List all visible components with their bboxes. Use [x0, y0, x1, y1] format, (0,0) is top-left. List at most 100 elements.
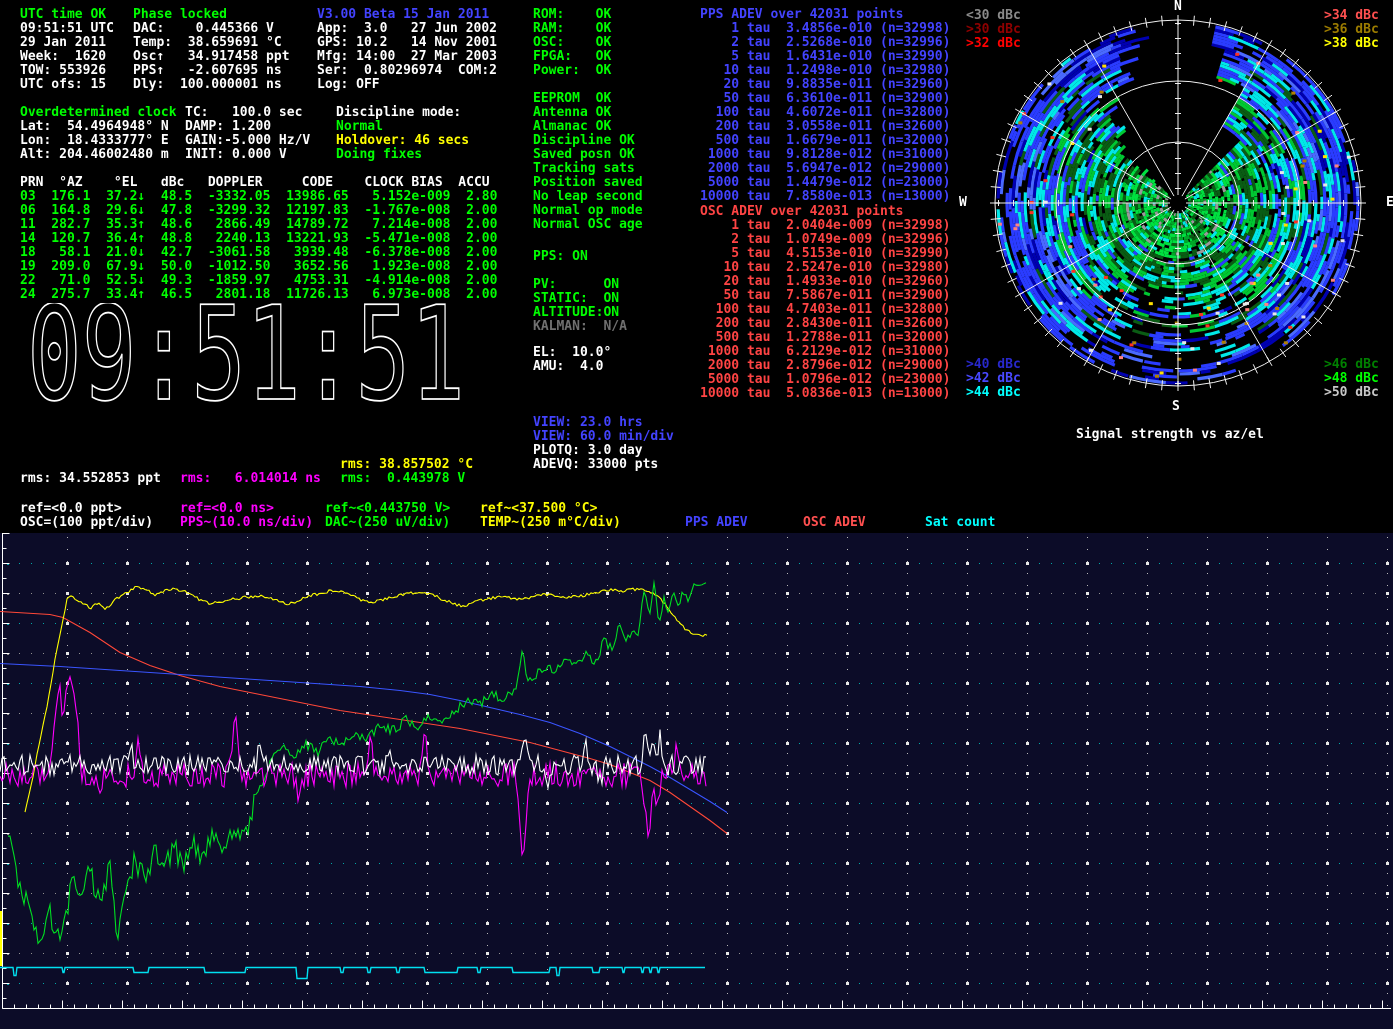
- ref-temp-line: ref~<37.500 °C>: [480, 502, 621, 516]
- polar-caption: Signal strength vs az/el: [1076, 428, 1264, 442]
- rms-pps-line: rms: 6.014014 ns: [180, 472, 321, 486]
- position-info-line: Alt: 204.46002480 m: [20, 148, 177, 162]
- pps-adev-table-line: PPS ADEV over 42031 points: [700, 8, 950, 22]
- sat-table-line: 06 164.8 29.6↓ 47.8 -3299.32 12197.83 -1…: [20, 204, 497, 218]
- position-info-line: Lon: 18.4333777° E: [20, 134, 177, 148]
- pps-adev-table-line: 5000 tau 1.4479e-012 (n=23000): [700, 176, 950, 190]
- discipline-mode-line: Doing fixes: [336, 148, 469, 162]
- legend-pps-adev: PPS ADEV: [685, 516, 748, 530]
- pps-adev-table-line: 1000 tau 9.8128e-012 (n=31000): [700, 148, 950, 162]
- discipline-mode: Discipline mode:NormalHoldover: 46 secsD…: [336, 106, 469, 162]
- osc-adev-table-line: 50 tau 7.5867e-011 (n=32900): [700, 289, 950, 303]
- phase-status-line: Osc↑ 34.917458 ppt: [133, 50, 290, 64]
- sat-table-line: 24 275.7 33.4↑ 46.5 2801.18 11726.13 6.9…: [20, 288, 497, 302]
- version-info-line: Mfg: 14:00 27 Mar 2003: [317, 50, 497, 64]
- rms-pps: rms: 6.014014 ns: [180, 472, 321, 486]
- loop-params-line: GAIN:-5.000 Hz/V: [185, 134, 310, 148]
- system-status-line: Discipline OK: [533, 134, 643, 148]
- system-status: EEPROM OKAntenna OKAlmanac OKDiscipline …: [533, 92, 643, 232]
- satellite-signal-polar-map[interactable]: [978, 3, 1393, 418]
- ref-pps-line: PPS~(10.0 ns/div): [180, 516, 313, 530]
- mode-flags-line: PV: ON: [533, 278, 627, 292]
- osc-adev-table-line: 200 tau 2.8430e-011 (n=32600): [700, 317, 950, 331]
- utc-status-line: UTC ofs: 15: [20, 78, 114, 92]
- ref-pps: ref=<0.0 ns>PPS~(10.0 ns/div): [180, 502, 313, 530]
- system-status-line: Normal OSC age: [533, 218, 643, 232]
- system-status-line: Tracking sats: [533, 162, 643, 176]
- sat-table-line: 11 282.7 35.3↑ 48.6 2866.49 14789.72 7.2…: [20, 218, 497, 232]
- ref-dac: ref~<0.443750 V>DAC~(250 uV/div): [325, 502, 450, 530]
- sat-table-line: 03 176.1 37.2↓ 48.5 -3332.05 13986.65 5.…: [20, 190, 497, 204]
- rms-temp-line: rms: 38.857502 °C: [340, 458, 473, 472]
- legend-sat-count-line: Sat count: [925, 516, 995, 530]
- sat-table-line: 22 71.0 52.5↓ 49.3 -1859.97 4753.31 -4.9…: [20, 274, 497, 288]
- ref-dac-line: ref~<0.443750 V>: [325, 502, 450, 516]
- utc-status-line: TOW: 553926: [20, 64, 114, 78]
- osc-adev-table-line: 10000 tau 5.0836e-013 (n=13000): [700, 387, 950, 401]
- sat-table: PRN °AZ °EL dBc DOPPLER CODE CLOCK BIAS …: [20, 176, 497, 302]
- pps-adev-table-line: 2 tau 2.5268e-010 (n=32996): [700, 36, 950, 50]
- pps-adev-table-line: 200 tau 3.0558e-011 (n=32600): [700, 120, 950, 134]
- pps-adev-table-line: 2000 tau 5.6947e-012 (n=29000): [700, 162, 950, 176]
- plot-history-chart[interactable]: [0, 533, 1393, 1029]
- version-info-line: V3.00 Beta 15 Jan 2011: [317, 8, 497, 22]
- sat-table-line: 18 58.1 21.0↓ 42.7 -3061.58 3939.48 -6.3…: [20, 246, 497, 260]
- compass-w: W: [959, 196, 967, 210]
- lady-heather-app: UTC time OK09:51:51 UTC29 Jan 2011Week: …: [0, 0, 1393, 1029]
- osc-adev-table-line: 20 tau 1.4933e-010 (n=32960): [700, 275, 950, 289]
- rms-osc: rms: 34.552853 ppt: [20, 472, 161, 486]
- mode-flags-line: KALMAN: N/A: [533, 320, 627, 334]
- osc-adev-table-line: 1 tau 2.0404e-009 (n=32998): [700, 219, 950, 233]
- system-status-line: Almanac OK: [533, 120, 643, 134]
- phase-status-line: DAC: 0.445366 V: [133, 22, 290, 36]
- utc-status-line: 09:51:51 UTC: [20, 22, 114, 36]
- receiver-health: ROM: OKRAM: OKOSC: OKFPGA: OKPower: OK: [533, 8, 611, 78]
- digital-clock-text: 09:51:51: [27, 303, 465, 406]
- legend-pps-adev-line: PPS ADEV: [685, 516, 748, 530]
- osc-adev-table-line: 500 tau 1.2788e-011 (n=32000): [700, 331, 950, 345]
- loop-params-line: TC: 100.0 sec: [185, 106, 310, 120]
- osc-adev-table-line: 5 tau 4.5153e-010 (n=32990): [700, 247, 950, 261]
- receiver-health-line: FPGA: OK: [533, 50, 611, 64]
- mode-flags: PV: ONSTATIC: ONALTITUDE:ONKALMAN: N/A: [533, 278, 627, 334]
- discipline-mode-line: Holdover: 46 secs: [336, 134, 469, 148]
- ref-temp: ref~<37.500 °C>TEMP~(250 m°C/div): [480, 502, 621, 530]
- el-amu-line: AMU: 4.0: [533, 360, 611, 374]
- version-info-line: Log: OFF: [317, 78, 497, 92]
- osc-adev-table-line: 2 tau 1.0749e-009 (n=32996): [700, 233, 950, 247]
- ref-osc-line: ref=<0.0 ppt>: [20, 502, 153, 516]
- pps-state: PPS: ON: [533, 250, 588, 264]
- utc-status: UTC time OK09:51:51 UTC29 Jan 2011Week: …: [20, 8, 114, 92]
- polar-caption-line: Signal strength vs az/el: [1076, 428, 1264, 442]
- phase-status-line: PPS↑ -2.607695 ns: [133, 64, 290, 78]
- ref-osc-line: OSC=(100 ppt/div): [20, 516, 153, 530]
- el-amu: EL: 10.0°AMU: 4.0: [533, 346, 611, 374]
- phase-status-line: Phase locked: [133, 8, 290, 22]
- osc-adev-table-line: 100 tau 4.7403e-011 (n=32800): [700, 303, 950, 317]
- rms-temp: rms: 38.857502 °C: [340, 458, 473, 472]
- view-settings-line: VIEW: 60.0 min/div: [533, 430, 674, 444]
- rms-dac: rms: 0.443978 V: [340, 472, 465, 486]
- position-info-line: Overdetermined clock: [20, 106, 177, 120]
- loop-params: TC: 100.0 secDAMP: 1.200GAIN:-5.000 Hz/V…: [185, 106, 310, 162]
- pps-adev-table: PPS ADEV over 42031 points 1 tau 3.4856e…: [700, 8, 950, 204]
- pps-adev-table-line: 5 tau 1.6431e-010 (n=32990): [700, 50, 950, 64]
- legend-osc-adev: OSC ADEV: [803, 516, 866, 530]
- pps-state-line: PPS: ON: [533, 250, 588, 264]
- phase-status: Phase lockedDAC: 0.445366 VTemp: 38.6596…: [133, 8, 290, 92]
- mode-flags-line: ALTITUDE:ON: [533, 306, 627, 320]
- sat-table-line: PRN °AZ °EL dBc DOPPLER CODE CLOCK BIAS …: [20, 176, 497, 190]
- osc-adev-table-line: 10 tau 2.5247e-010 (n=32980): [700, 261, 950, 275]
- system-status-line: Position saved: [533, 176, 643, 190]
- legend-osc-adev-line: OSC ADEV: [803, 516, 866, 530]
- version-info-line: Ser: 0.80296974 COM:2: [317, 64, 497, 78]
- osc-adev-table-line: OSC ADEV over 42031 points: [700, 205, 950, 219]
- system-status-line: Saved posn OK: [533, 148, 643, 162]
- pps-adev-table-line: 1 tau 3.4856e-010 (n=32998): [700, 22, 950, 36]
- pps-adev-table-line: 100 tau 4.6072e-011 (n=32800): [700, 106, 950, 120]
- pps-adev-table-line: 10 tau 1.2498e-010 (n=32980): [700, 64, 950, 78]
- rms-dac-line: rms: 0.443978 V: [340, 472, 465, 486]
- view-settings-line: ADEVQ: 33000 pts: [533, 458, 674, 472]
- pps-adev-table-line: 50 tau 6.3610e-011 (n=32900): [700, 92, 950, 106]
- discipline-mode-line: Normal: [336, 120, 469, 134]
